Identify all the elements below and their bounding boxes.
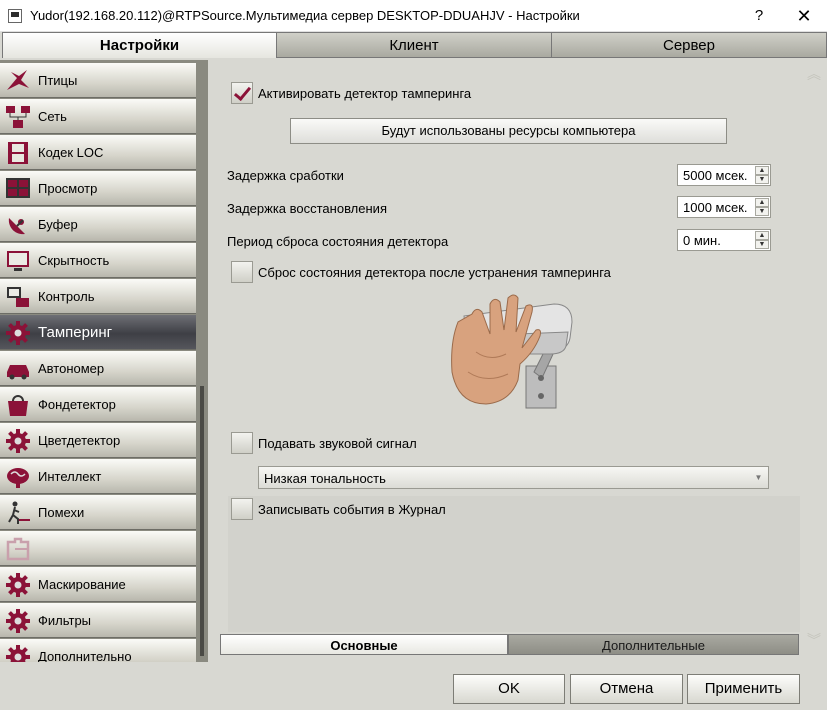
tampering-camera-illustration [451,294,573,409]
tab-client[interactable]: Клиент [276,32,552,58]
trigger-delay-label: Задержка сработки [227,168,344,183]
reset-period-label: Период сброса состояния детектора [227,234,449,249]
reset-period-value: 0 мин. [683,233,721,248]
sidebar-item-label: Просмотр [38,181,98,196]
sidebar-item-label: Тамперинг [38,324,113,341]
sidebar-item-label: Дополнительно [38,649,132,662]
sidebar-item-label: Кодек LOC [38,145,104,160]
help-button[interactable]: ? [736,0,782,32]
sidebar-item-network[interactable]: Сеть [0,99,196,134]
sidebar-item-interference[interactable]: Помехи [0,495,196,530]
tab-settings[interactable]: Настройки [2,32,277,58]
network-icon [6,106,30,128]
sidebar-item-label: Фондетектор [38,397,116,412]
sidebar-item-birds[interactable]: Птицы [0,63,196,98]
sidebar-item-control[interactable]: Контроль [0,279,196,314]
sidebar-item-label: Цветдетектор [38,433,121,448]
sidebar-item-tampering[interactable]: Тамперинг [0,315,196,350]
journal-checkbox[interactable] [231,498,253,520]
sidebar-item-stealth[interactable]: Скрытность [0,243,196,278]
sidebar: Птицы Сеть Кодек LOC Просмотр Буфер Скры… [0,60,208,662]
sidebar-scrollbar[interactable] [200,386,204,656]
walker-icon [8,501,30,524]
brain-icon [7,468,29,488]
close-button[interactable]: ✕ [781,0,827,32]
tab-main[interactable]: Основные [220,634,508,655]
gear-icon [6,573,30,597]
app-icon [8,9,22,23]
trigger-delay-value: 5000 мсек. [683,168,748,183]
gear-icon [6,429,30,453]
spinner-down-icon[interactable]: ▼ [755,175,769,184]
sound-signal-checkbox[interactable] [231,432,253,454]
sidebar-item-background-detector[interactable]: Фондетектор [0,387,196,422]
gear-icon [6,645,30,662]
spinner-up-icon[interactable]: ▲ [755,198,769,207]
tone-select-value: Низкая тональность [264,471,386,486]
film-icon [8,142,28,164]
reset-after-checkbox[interactable] [231,261,253,283]
tab-server[interactable]: Сервер [551,32,827,58]
title-bar: Yudor(192.168.20.112)@RTPSource.Мультиме… [0,0,827,32]
sidebar-item-masking[interactable]: Маскирование [0,567,196,602]
resources-button[interactable]: Будут использованы ресурсы компьютера [290,118,727,144]
display-icon [7,251,29,271]
spinner-down-icon[interactable]: ▼ [755,240,769,249]
tab-extra[interactable]: Дополнительные [508,634,799,655]
sidebar-item-color-detector[interactable]: Цветдетектор [0,423,196,458]
tone-select[interactable]: Низкая тональность ▼ [258,466,769,489]
sidebar-item-autonumber[interactable]: Автономер [0,351,196,386]
sidebar-item-buffer[interactable]: Буфер [0,207,196,242]
spinner-down-icon[interactable]: ▼ [755,207,769,216]
sidebar-item-label: Автономер [38,361,105,376]
sidebar-item-label: Помехи [38,505,85,520]
journal-label: Записывать события в Журнал [258,502,446,517]
sidebar-item-label: Сеть [38,109,67,124]
sidebar-item-label: Контроль [38,289,95,304]
sidebar-item-label: Фильтры [38,613,92,628]
sidebar-item-label: Буфер [38,217,78,232]
sound-signal-label: Подавать звуковой сигнал [258,436,417,451]
monitor-grid-icon [6,178,30,198]
apply-button[interactable]: Применить [687,674,800,704]
bag-icon [8,395,28,416]
remote-monitor-icon [7,287,29,307]
window-title: Yudor(192.168.20.112)@RTPSource.Мультиме… [30,8,580,23]
bird-icon [7,70,29,90]
chevron-down-icon[interactable]: ▼ [751,469,766,486]
scroll-up-icon[interactable]: ︽ [804,67,824,81]
sidebar-item-codec[interactable]: Кодек LOC [0,135,196,170]
restore-delay-spinner[interactable]: 1000 мсек. ▲ ▼ [677,196,771,218]
sidebar-item-intellect[interactable]: Интеллект [0,459,196,494]
top-tabs: Настройки Клиент Сервер [0,32,827,58]
activate-tampering-label: Активировать детектор тамперинга [258,86,472,101]
sidebar-item-view[interactable]: Просмотр [0,171,196,206]
cancel-button[interactable]: Отмена [570,674,683,704]
activate-tampering-checkbox[interactable] [231,82,253,104]
restore-delay-label: Задержка восстановления [227,201,387,216]
restore-delay-value: 1000 мсек. [683,200,748,215]
gear-icon [6,609,30,633]
sidebar-item-label: Маскирование [38,577,126,592]
sidebar-item-additional[interactable]: Дополнительно [0,639,196,662]
satellite-icon [8,218,25,235]
scroll-down-icon[interactable]: ︾ [804,633,824,647]
trigger-delay-spinner[interactable]: 5000 мсек. ▲ ▼ [677,164,771,186]
sidebar-item-filters[interactable]: Фильтры [0,603,196,638]
sidebar-item-label: Птицы [38,73,78,88]
car-icon [7,365,29,380]
sidebar-item-label: Интеллект [38,469,102,484]
spinner-up-icon[interactable]: ▲ [755,231,769,240]
sidebar-item-disabled [0,531,196,566]
reset-after-label: Сброс состояния детектора после устранен… [258,265,611,280]
gear-icon [6,321,30,345]
puzzle-icon [6,537,30,561]
ok-button[interactable]: OK [453,674,565,704]
reset-period-spinner[interactable]: 0 мин. ▲ ▼ [677,229,771,251]
sidebar-item-label: Скрытность [38,253,110,268]
spinner-up-icon[interactable]: ▲ [755,166,769,175]
